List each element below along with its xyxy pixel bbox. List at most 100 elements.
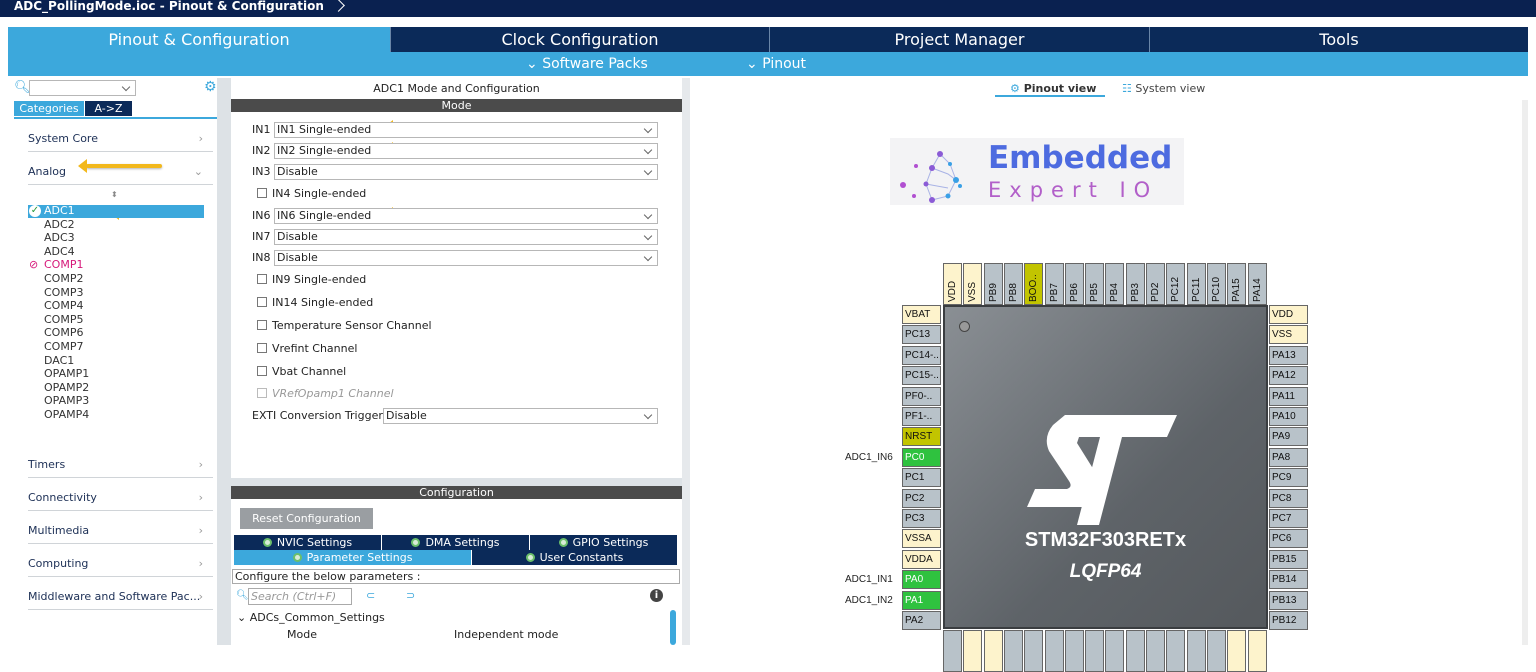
tab-tools[interactable]: Tools — [1149, 27, 1528, 52]
next-result-icon[interactable]: ⊃ — [406, 589, 415, 602]
pin-pf1[interactable]: PF1-.. — [902, 407, 941, 426]
mode-checkbox-row-9[interactable]: Temperature Sensor Channel — [257, 319, 432, 332]
pin-bottom[interactable] — [1247, 630, 1267, 672]
tab-a-z[interactable]: A->Z — [85, 101, 132, 116]
tab-gpio-settings[interactable]: GPIO Settings — [529, 535, 677, 550]
pin-boo[interactable]: BOO.. — [1024, 263, 1044, 305]
mode-checkbox-row-8[interactable]: IN14 Single-ended — [257, 296, 373, 309]
pin-bottom[interactable] — [1024, 630, 1044, 672]
mode-checkbox-row-10[interactable]: Vrefint Channel — [257, 342, 357, 355]
checkbox[interactable] — [257, 274, 267, 284]
analog-item-opamp1[interactable]: OPAMP1 — [44, 367, 89, 381]
category-timers[interactable]: Timers › — [28, 452, 213, 478]
category-search-input[interactable] — [29, 80, 136, 96]
pin-pa1[interactable]: PA1 — [902, 590, 941, 610]
pin-vbat[interactable]: VBAT — [902, 305, 941, 324]
tab-nvic-settings[interactable]: NVIC Settings — [233, 535, 381, 550]
pin-bottom[interactable] — [1064, 630, 1084, 672]
tab-categories[interactable]: Categories — [14, 101, 84, 116]
pin-pc12[interactable]: PC12 — [1166, 263, 1186, 305]
pin-pd2[interactable]: PD2 — [1146, 263, 1165, 305]
pin-pa10[interactable]: PA10 — [1269, 407, 1308, 426]
pin-pa11[interactable]: PA11 — [1269, 386, 1308, 406]
parameter-search-input[interactable]: Search (Ctrl+F) — [248, 588, 352, 605]
category-connectivity[interactable]: Connectivity › — [28, 485, 213, 511]
pin-pa14[interactable]: PA14 — [1247, 263, 1267, 305]
pin-pb13[interactable]: PB13 — [1269, 590, 1308, 610]
pin-pb4[interactable]: PB4 — [1105, 263, 1125, 305]
pin-pa8[interactable]: PA8 — [1269, 447, 1308, 467]
sort-icon[interactable]: ⬍ — [111, 190, 118, 199]
previous-result-icon[interactable]: ⊂ — [366, 589, 375, 602]
category-analog[interactable]: Analog ⌄ — [28, 159, 213, 185]
mode-select-in6[interactable]: IN6 Single-ended — [274, 208, 658, 224]
analog-item-comp4[interactable]: COMP4 — [44, 299, 83, 313]
analog-item-comp6[interactable]: COMP6 — [44, 326, 83, 340]
pin-bottom[interactable] — [1003, 630, 1023, 672]
tree-group-common-settings[interactable]: ⌄ ADCs_Common_Settings — [237, 611, 385, 624]
category-computing[interactable]: Computing › — [28, 551, 213, 577]
tab-clock-configuration[interactable]: Clock Configuration — [390, 27, 769, 52]
reset-configuration-button[interactable]: Reset Configuration — [240, 508, 373, 529]
pin-bottom[interactable] — [1085, 630, 1105, 672]
pin-pc11[interactable]: PC11 — [1186, 263, 1206, 305]
pin-pc10[interactable]: PC10 — [1206, 263, 1226, 305]
pin-nrst[interactable]: NRST — [902, 427, 941, 447]
category-system[interactable]: System Core › — [28, 126, 213, 152]
mode-select-exti-conversion-trigger[interactable]: Disable — [383, 408, 658, 424]
analog-item-adc3[interactable]: ADC3 — [44, 231, 75, 245]
pin-bottom[interactable] — [1166, 630, 1186, 672]
analog-item-adc1[interactable]: ADC1 — [44, 204, 75, 218]
checkbox[interactable] — [257, 343, 267, 353]
analog-item-opamp3[interactable]: OPAMP3 — [44, 394, 89, 408]
analog-item-adc4[interactable]: ADC4 — [44, 245, 75, 259]
splitter[interactable] — [223, 78, 231, 645]
pin-bottom[interactable] — [1105, 630, 1125, 672]
mode-checkbox-row-11[interactable]: Vbat Channel — [257, 365, 346, 378]
pin-pa15[interactable]: PA15 — [1227, 263, 1247, 305]
pin-vss[interactable]: VSS — [1269, 325, 1308, 345]
pin-pc8[interactable]: PC8 — [1269, 488, 1308, 508]
analog-item-dac1[interactable]: DAC1 — [44, 354, 74, 368]
pin-pc0[interactable]: PC0 — [902, 447, 941, 467]
pin-pb12[interactable]: PB12 — [1269, 611, 1308, 630]
mode-select-in2[interactable]: IN2 Single-ended — [274, 143, 658, 159]
analog-item-comp7[interactable]: COMP7 — [44, 340, 83, 354]
pin-bottom[interactable] — [1125, 630, 1145, 672]
pin-pc15[interactable]: PC15-.. — [902, 366, 941, 386]
pin-pa0[interactable]: PA0 — [902, 570, 941, 590]
system-view-tab[interactable]: ☷ System view — [1122, 82, 1205, 95]
pin-vss[interactable]: VSS — [963, 263, 983, 305]
pin-vdd[interactable]: VDD — [943, 263, 962, 305]
pin-pa9[interactable]: PA9 — [1269, 427, 1308, 447]
pin-pb3[interactable]: PB3 — [1125, 263, 1145, 305]
tab-pinout-configuration[interactable]: Pinout & Configuration — [8, 27, 390, 52]
gear-icon[interactable]: ⚙ — [204, 79, 217, 95]
checkbox[interactable] — [257, 297, 267, 307]
pin-bottom[interactable] — [983, 630, 1003, 672]
category-multimedia[interactable]: Multimedia › — [28, 518, 213, 544]
info-icon[interactable]: i — [650, 589, 663, 602]
pin-bottom[interactable] — [1186, 630, 1206, 672]
pin-pb9[interactable]: PB9 — [983, 263, 1003, 305]
checkbox[interactable] — [257, 188, 267, 198]
analog-item-adc2[interactable]: ADC2 — [44, 218, 75, 232]
pin-vdd[interactable]: VDD — [1269, 305, 1308, 324]
pin-pc14[interactable]: PC14-.. — [902, 345, 941, 365]
analog-item-comp3[interactable]: COMP3 — [44, 286, 83, 300]
pinout-menu[interactable]: ⌄ Pinout — [746, 56, 806, 72]
pinout-view-tab[interactable]: ⚙ Pinout view — [1010, 82, 1096, 95]
pin-pc2[interactable]: PC2 — [902, 488, 941, 508]
tab-user-constants[interactable]: User Constants — [471, 550, 677, 565]
mode-select-in1[interactable]: IN1 Single-ended — [274, 122, 658, 138]
splitter[interactable] — [231, 478, 682, 486]
pin-pf0[interactable]: PF0-.. — [902, 386, 941, 406]
pin-vdda[interactable]: VDDA — [902, 549, 941, 569]
mode-select-in8[interactable]: Disable — [274, 250, 658, 266]
splitter[interactable] — [682, 78, 690, 645]
scrollbar[interactable] — [670, 610, 676, 645]
checkbox[interactable] — [257, 366, 267, 376]
pin-pa13[interactable]: PA13 — [1269, 345, 1308, 365]
pin-pa12[interactable]: PA12 — [1269, 366, 1308, 386]
pin-pc9[interactable]: PC9 — [1269, 468, 1308, 488]
